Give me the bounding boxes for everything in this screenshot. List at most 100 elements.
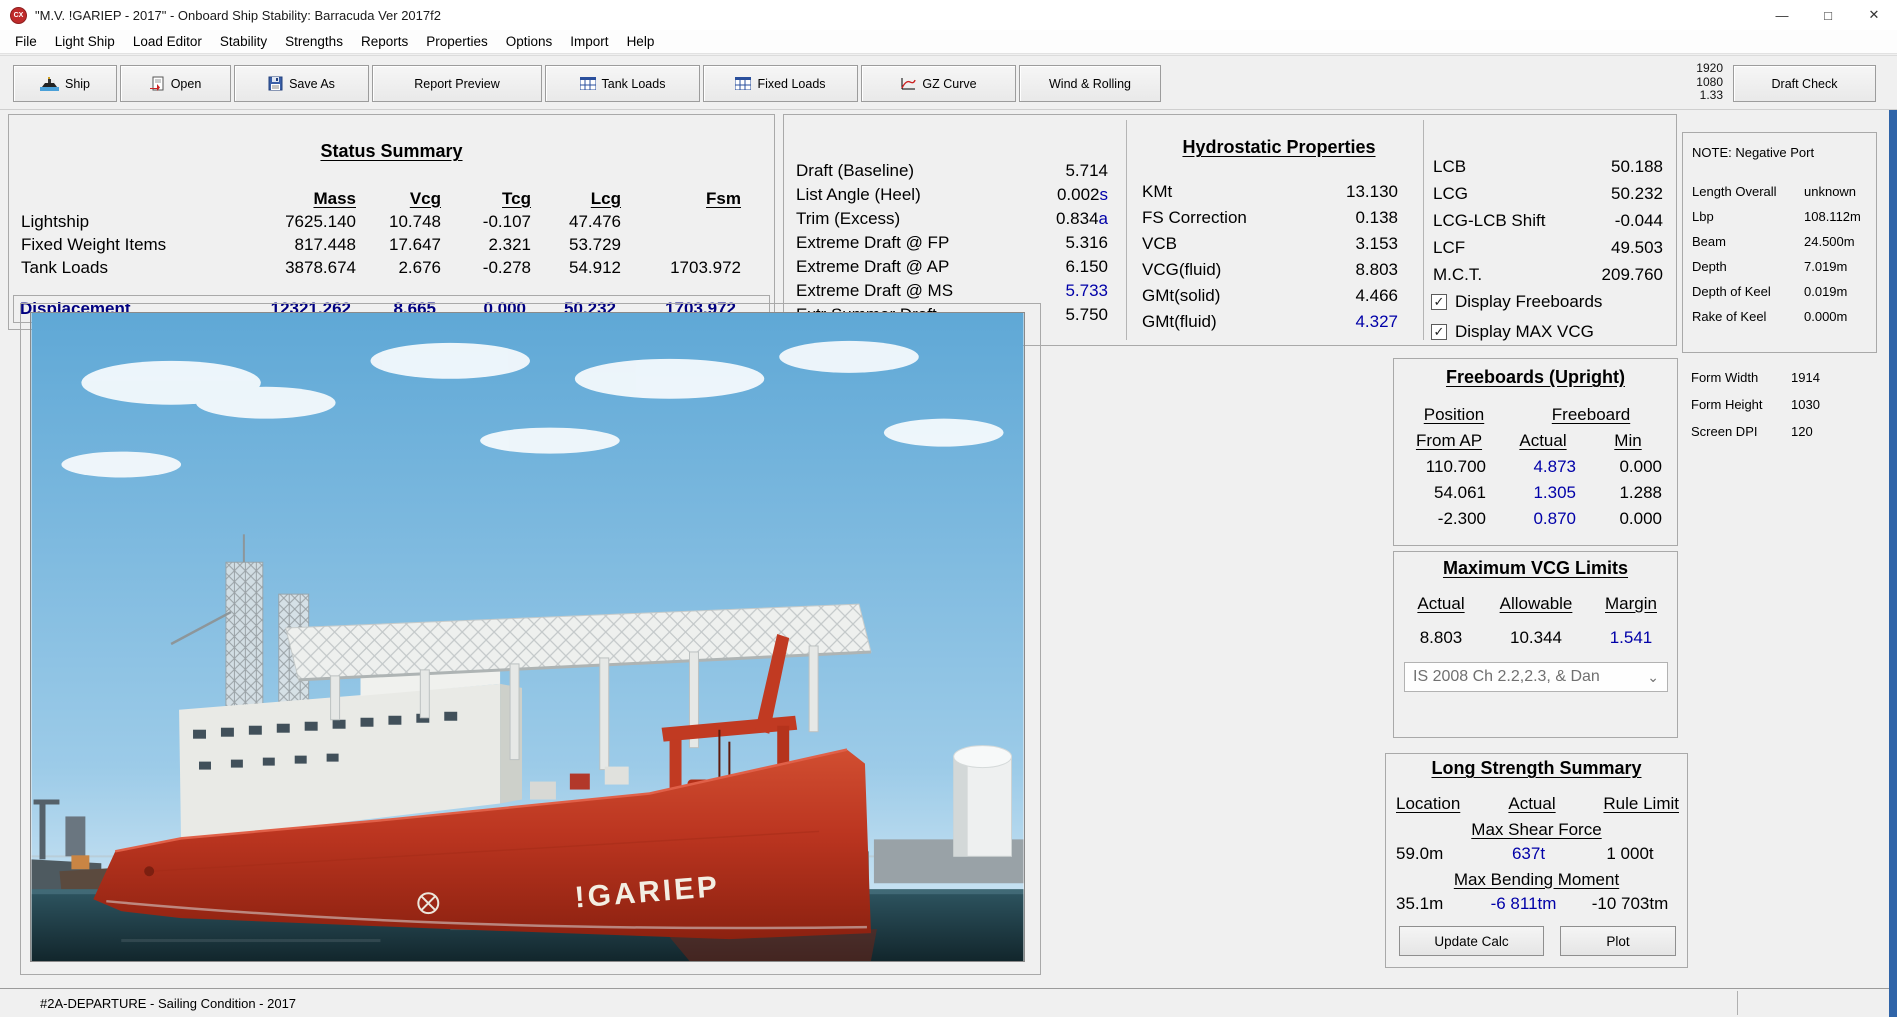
max-bending-moment-label: Max Bending Moment xyxy=(1386,870,1687,890)
position-group-header: Position xyxy=(1404,405,1504,425)
gz-curve-button[interactable]: GZ Curve xyxy=(861,65,1016,102)
window-edge xyxy=(1889,110,1897,1017)
table-icon xyxy=(735,77,751,90)
menu-strengths[interactable]: Strengths xyxy=(276,30,352,53)
close-button[interactable]: ✕ xyxy=(1851,0,1897,30)
long-label: LCF xyxy=(1433,234,1465,261)
menu-options[interactable]: Options xyxy=(497,30,562,53)
cell-lcg: 54.912 xyxy=(531,258,621,278)
checkbox-label: Display Freeboards xyxy=(1455,292,1602,312)
menu-stability[interactable]: Stability xyxy=(211,30,276,53)
fb-actual: 1.305 xyxy=(1498,483,1588,509)
wind-rolling-button-label: Wind & Rolling xyxy=(1049,77,1131,91)
draft-value: 0.834 xyxy=(1056,209,1099,228)
hydro-value: 3.153 xyxy=(1355,231,1398,257)
status-bar-text: #2A-DEPARTURE - Sailing Condition - 2017 xyxy=(40,996,296,1011)
bending-rule-limit: -10 703tm xyxy=(1581,894,1679,918)
sub-header-actual: Actual xyxy=(1498,431,1588,457)
report-preview-button[interactable]: Report Preview xyxy=(372,65,542,102)
status-bar: #2A-DEPARTURE - Sailing Condition - 2017 xyxy=(0,988,1897,1017)
info-label: Lbp xyxy=(1692,209,1804,224)
display-freeboards-checkbox[interactable]: ✓ Display Freeboards xyxy=(1431,291,1602,313)
hydro-value: 8.803 xyxy=(1355,257,1398,283)
ship-info-rows: Length Overallunknown Lbp108.112m Beam24… xyxy=(1692,179,1870,329)
menu-light-ship[interactable]: Light Ship xyxy=(46,30,124,53)
fb-min: 0.000 xyxy=(1588,509,1668,535)
menu-help[interactable]: Help xyxy=(618,30,664,53)
update-calc-button[interactable]: Update Calc xyxy=(1399,926,1544,956)
vcg-standard-dropdown[interactable]: IS 2008 Ch 2.2,2.3, & Dan ⌄ xyxy=(1404,662,1668,692)
table-row: Tank Loads 3878.674 2.676 -0.278 54.912 … xyxy=(21,256,746,279)
toolbar: Ship Open Save As Report Preview Tank Lo… xyxy=(0,55,1897,110)
ship-button[interactable]: Ship xyxy=(13,65,117,102)
info-label: Screen DPI xyxy=(1691,424,1791,439)
cell-vcg: 2.676 xyxy=(356,258,441,278)
long-value: -0.044 xyxy=(1615,207,1663,234)
fb-from-ap: 110.700 xyxy=(1400,457,1498,483)
sub-header-min: Min xyxy=(1588,431,1668,457)
draft-value: 6.150 xyxy=(1065,257,1108,276)
info-value: 120 xyxy=(1791,424,1863,439)
long-value: 49.503 xyxy=(1611,234,1663,261)
cell-mass: 3878.674 xyxy=(211,258,356,278)
save-as-button[interactable]: Save As xyxy=(234,65,369,102)
vcg-header-margin: Margin xyxy=(1592,594,1670,628)
hydro-value: 0.138 xyxy=(1355,205,1398,231)
table-row: Lightship 7625.140 10.748 -0.107 47.476 xyxy=(21,210,746,233)
maximize-button[interactable]: □ xyxy=(1805,0,1851,30)
draft-check-button[interactable]: Draft Check xyxy=(1733,65,1876,102)
wind-rolling-button[interactable]: Wind & Rolling xyxy=(1019,65,1161,102)
menu-reports[interactable]: Reports xyxy=(352,30,417,53)
note-text: NOTE: Negative Port xyxy=(1692,145,1814,160)
info-value: 1030 xyxy=(1791,397,1863,412)
freeboard-group-header: Freeboard xyxy=(1516,405,1666,425)
ls-header-location: Location xyxy=(1396,794,1486,818)
info-label: Form Height xyxy=(1691,397,1791,412)
menu-properties[interactable]: Properties xyxy=(417,30,497,53)
fixed-loads-button[interactable]: Fixed Loads xyxy=(703,65,858,102)
plot-button[interactable]: Plot xyxy=(1560,926,1676,956)
open-button[interactable]: Open xyxy=(120,65,231,102)
open-button-label: Open xyxy=(171,77,202,91)
freeboards-panel: Freeboards (Upright) Position Freeboard … xyxy=(1393,358,1678,546)
window-title: "M.V. !GARIEP - 2017" - Onboard Ship Sta… xyxy=(35,8,441,23)
fb-from-ap: 54.061 xyxy=(1400,483,1498,509)
menu-file[interactable]: File xyxy=(6,30,46,53)
fb-min: 0.000 xyxy=(1588,457,1668,483)
hydrostatics-title: Hydrostatic Properties xyxy=(1136,137,1422,158)
plot-label: Plot xyxy=(1606,934,1629,949)
col-header-fsm: Fsm xyxy=(621,189,741,209)
draft-label: List Angle (Heel) xyxy=(796,183,921,207)
draft-value: 5.733 xyxy=(1065,281,1108,300)
cell-vcg: 17.647 xyxy=(356,235,441,255)
row-label: Tank Loads xyxy=(21,258,211,278)
status-summary-panel: Status Summary Mass Vcg Tcg Lcg Fsm Ligh… xyxy=(8,114,775,330)
drafts-list: Draft (Baseline)5.714 List Angle (Heel)0… xyxy=(796,159,1108,327)
cell-tcg: 2.321 xyxy=(441,235,531,255)
menu-import[interactable]: Import xyxy=(561,30,617,53)
draft-suffix: a xyxy=(1099,209,1108,228)
fb-min: 1.288 xyxy=(1588,483,1668,509)
info-value: 108.112m xyxy=(1804,209,1870,224)
maximize-icon: □ xyxy=(1824,8,1832,23)
hydro-label: GMt(solid) xyxy=(1142,283,1220,309)
long-value: 209.760 xyxy=(1602,261,1663,288)
vcg-margin: 1.541 xyxy=(1592,628,1670,662)
checkbox-check-icon: ✓ xyxy=(1431,324,1447,340)
max-shear-force-label: Max Shear Force xyxy=(1386,820,1687,840)
ship-photo: !GARIEP xyxy=(30,312,1025,962)
long-value: 50.232 xyxy=(1611,180,1663,207)
draft-value: 5.316 xyxy=(1065,233,1108,252)
draft-label: Trim (Excess) xyxy=(796,207,900,231)
tank-loads-button[interactable]: Tank Loads xyxy=(545,65,700,102)
menu-load-editor[interactable]: Load Editor xyxy=(124,30,211,53)
bending-location: 35.1m xyxy=(1396,894,1466,918)
status-summary-table: Mass Vcg Tcg Lcg Fsm Lightship 7625.140 … xyxy=(21,187,746,279)
draft-suffix: s xyxy=(1100,185,1109,204)
vcg-actual: 8.803 xyxy=(1402,628,1480,662)
display-max-vcg-checkbox[interactable]: ✓ Display MAX VCG xyxy=(1431,321,1594,343)
screen-width: 1920 xyxy=(1696,62,1723,76)
minimize-button[interactable]: — xyxy=(1759,0,1805,30)
hydro-value: 4.466 xyxy=(1355,283,1398,309)
hydrostatics-list: KMt13.130 FS Correction0.138 VCB3.153 VC… xyxy=(1142,179,1398,335)
